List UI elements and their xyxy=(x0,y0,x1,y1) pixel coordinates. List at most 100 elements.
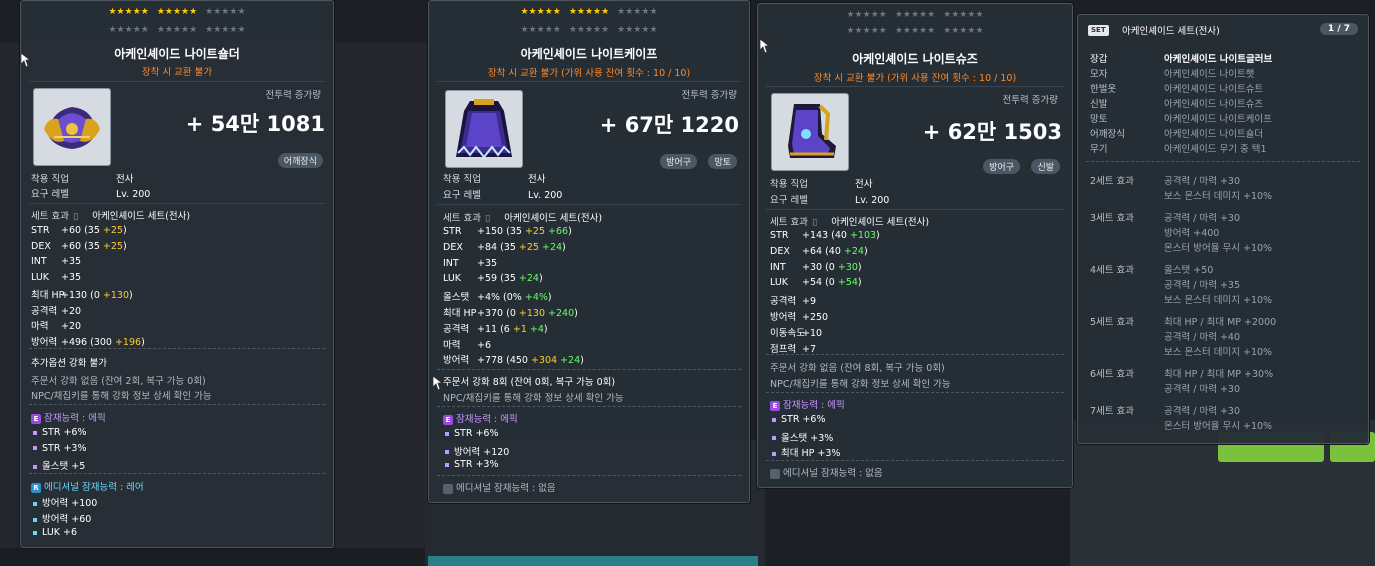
req-job: 착용 직업 전사 xyxy=(770,179,873,190)
scroll-info: 주문서 강화 없음 (잔여 8회, 복구 가능 0회) xyxy=(770,363,945,374)
potential-line: STR +6% xyxy=(31,427,87,438)
set-item-slot: 무기 xyxy=(1090,144,1108,155)
stat-key: LUK xyxy=(31,271,50,283)
potential-text: STR +6% xyxy=(42,427,87,438)
bullet-icon xyxy=(33,530,37,535)
additional-potential-header: 에디셔널 잠재능력 : 없음 xyxy=(443,480,556,494)
stat-bonus-star: +130 xyxy=(99,290,129,301)
scroll-info: 주문서 강화 없음 (잔여 2회, 복구 가능 0회) xyxy=(31,376,206,387)
stat-bonus-flame: +30 xyxy=(834,261,858,273)
stat-base: (450 xyxy=(503,355,528,367)
bullet-icon xyxy=(33,501,37,506)
stat-key: STR xyxy=(443,226,462,237)
epic-badge-icon: E xyxy=(443,414,453,425)
additional-potential-header: R 에디셔널 잠재능력 : 레어 xyxy=(31,479,144,493)
req-job: 착용 직업 전사 xyxy=(31,174,134,185)
stat-key: 방어력 xyxy=(31,336,58,348)
item-name: 아케인셰이드 나이트케이프 xyxy=(520,47,658,61)
potential-text: 방어력 +120 xyxy=(454,446,510,458)
potential-line: 최대 HP +3% xyxy=(770,445,840,459)
set-effect-tier: 2세트 효과 xyxy=(1090,176,1135,187)
item-subcategory-tag: 신발 xyxy=(1031,159,1060,174)
stat-value: +60 xyxy=(61,240,82,252)
stat-row: 방어력 +778 (450 +304 +24) xyxy=(443,352,584,366)
bullet-icon xyxy=(33,464,37,469)
set-effect-line: 공격력 / 마력 +40 xyxy=(1164,332,1241,343)
extra-option-note: 추가옵션 강화 불가 xyxy=(31,358,107,369)
set-effect-row[interactable]: 세트 효과 ▯ 아케인셰이드 세트(전사) xyxy=(31,208,190,222)
set-page-indicator[interactable]: 1 / 7 xyxy=(1319,23,1358,35)
potential-text: LUK +6 xyxy=(42,527,78,538)
stat-value: +370 xyxy=(477,308,504,319)
potential-text: 방어력 +60 xyxy=(42,514,92,525)
stat-key: DEX xyxy=(770,245,790,257)
set-badge: SET xyxy=(1088,25,1109,36)
stat-value: +35 xyxy=(61,271,82,283)
stat-key: 최대 HP xyxy=(31,290,65,301)
stat-row: STR +143 (40 +103) xyxy=(770,230,880,241)
stat-end: ) xyxy=(547,292,552,304)
potential-line: STR +3% xyxy=(31,443,87,454)
stat-base: (35 xyxy=(81,240,100,252)
combat-power-label: 전투력 증가량 xyxy=(265,90,321,101)
stat-base: (35 xyxy=(497,241,516,253)
stat-bonus-flame: +24 xyxy=(538,241,563,253)
stat-row: 최대 HP+130 (0 +130) xyxy=(31,287,133,301)
item-category-tag: 방어구 xyxy=(660,154,697,169)
none-badge-icon xyxy=(770,468,780,479)
stat-bonus-flame: +54 xyxy=(834,277,858,289)
potential-text: STR +6% xyxy=(781,414,826,425)
bullet-icon xyxy=(445,462,449,467)
stat-row: LUK +59 (35 +24) xyxy=(443,273,543,284)
stat-key: INT xyxy=(770,261,786,273)
bullet-icon xyxy=(445,450,449,454)
req-level: 요구 레벨 Lv. 200 xyxy=(443,190,563,201)
potential-line: 올스탯 +3% xyxy=(770,430,833,444)
set-item-slot: 한벌옷 xyxy=(1090,84,1117,95)
epic-badge-icon: E xyxy=(770,400,780,411)
set-effect-row[interactable]: 세트 효과 ▯ 아케인셰이드 세트(전사) xyxy=(443,210,602,224)
stat-key: LUK xyxy=(443,273,462,285)
stat-row: INT +35 xyxy=(443,258,497,269)
potential-line: STR +3% xyxy=(443,459,499,470)
stat-end: ) xyxy=(863,245,868,257)
combat-power-label: 전투력 증가량 xyxy=(681,90,737,101)
combat-power-value: + 54만 1081 xyxy=(185,112,325,136)
stat-base: (0 xyxy=(503,308,516,319)
stat-bonus-flame: +4% xyxy=(521,292,548,304)
bullet-icon xyxy=(33,517,37,522)
bullet-icon xyxy=(772,436,776,440)
set-effect-row[interactable]: 세트 효과 ▯ 아케인셰이드 세트(전사) xyxy=(770,214,929,228)
stat-key: STR xyxy=(31,225,50,236)
stat-bonus-flame: +66 xyxy=(545,226,569,237)
npc-info: NPC/채집키를 통해 강화 정보 상세 확인 가능 xyxy=(443,393,624,404)
stat-row: LUK +54 (0 +54) xyxy=(770,277,862,288)
stat-value: +59 xyxy=(477,273,498,285)
set-effect-tier: 7세트 효과 xyxy=(1090,406,1135,417)
set-item-name: 아케인셰이드 나이트햇 xyxy=(1164,69,1255,80)
trade-restriction: 장착 시 교환 불가 xyxy=(141,67,213,78)
set-item-name: 아케인셰이드 나이트케이프 xyxy=(1164,114,1272,125)
stat-bonus-flame: +240 xyxy=(545,308,575,319)
stat-end: ) xyxy=(141,336,145,348)
stat-row: STR +60 (35 +25) xyxy=(31,225,127,236)
stat-key: 올스탯 xyxy=(443,292,470,304)
stat-value: +60 xyxy=(61,225,82,236)
stat-value: +84 xyxy=(477,241,498,253)
stat-end: ) xyxy=(122,225,127,236)
background-dark-bottom xyxy=(0,548,425,566)
scroll-info: 주문서 강화 8회 (잔여 0회, 복구 가능 0회) xyxy=(443,377,616,388)
stat-end: ) xyxy=(574,308,578,319)
shoulder-item-icon xyxy=(33,88,111,166)
set-effect-line: 보스 몬스터 데미지 +10% xyxy=(1164,295,1273,306)
combat-power-value: + 62만 1503 xyxy=(922,120,1062,144)
stat-row: 마력 +6 xyxy=(443,337,491,351)
star-force-row-2: ★★★★★ ★★★★★ ★★★★★ xyxy=(846,26,984,36)
bullet-icon xyxy=(445,431,449,436)
set-effect-line: 공격력 / 마력 +35 xyxy=(1164,280,1241,291)
stat-row: DEX +60 (35 +25) xyxy=(31,241,127,252)
potential-header: E 잠재능력 : 에픽 xyxy=(770,397,845,411)
item-category-tag: 방어구 xyxy=(983,159,1020,174)
stat-base: (0% xyxy=(500,292,522,304)
stat-row: STR +150 (35 +25 +66) xyxy=(443,226,572,237)
